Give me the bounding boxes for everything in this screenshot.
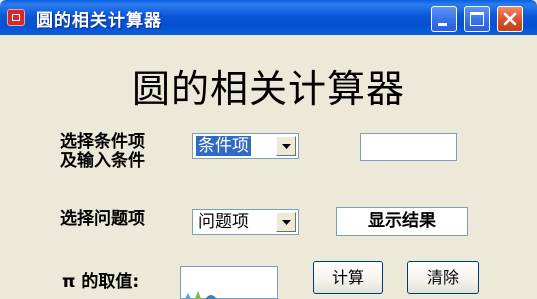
- app-icon-glyph: [12, 14, 20, 21]
- condition-select[interactable]: 条件项: [192, 133, 299, 159]
- decorative-logo-icon: [185, 291, 217, 299]
- question-select-value: 问题项: [198, 212, 249, 232]
- title-bar[interactable]: 圆的相关计算器: [0, 0, 537, 35]
- pi-label: π 的取值:: [62, 272, 140, 292]
- calculate-button[interactable]: 计算: [313, 261, 383, 294]
- minimize-button[interactable]: [431, 6, 457, 32]
- minimize-icon: [438, 23, 447, 26]
- clear-button[interactable]: 清除: [407, 261, 479, 294]
- condition-select-value: 条件项: [196, 136, 251, 156]
- question-select[interactable]: 问题项: [192, 209, 299, 235]
- result-display: 显示结果: [336, 207, 468, 236]
- close-button[interactable]: [497, 6, 523, 32]
- chevron-down-icon: [282, 220, 291, 225]
- chevron-down-icon: [282, 144, 291, 149]
- app-icon[interactable]: [7, 9, 25, 26]
- question-select-dropdown-button[interactable]: [276, 212, 296, 232]
- condition-label-line2: 及输入条件: [60, 151, 145, 171]
- window-title: 圆的相关计算器: [36, 11, 162, 31]
- app-window: 圆的相关计算器 圆的相关计算器 选择条件项 及输入条件 条件项 选择问题项 问题…: [0, 0, 537, 299]
- close-icon: [503, 12, 517, 26]
- maximize-icon: [470, 12, 484, 26]
- condition-label-line1: 选择条件项: [60, 132, 145, 152]
- condition-input[interactable]: [360, 133, 457, 161]
- maximize-button[interactable]: [464, 6, 490, 32]
- condition-label: 选择条件项 及输入条件: [60, 133, 145, 171]
- question-label: 选择问题项: [60, 209, 145, 229]
- page-title: 圆的相关计算器: [131, 67, 405, 111]
- condition-select-dropdown-button[interactable]: [276, 136, 296, 156]
